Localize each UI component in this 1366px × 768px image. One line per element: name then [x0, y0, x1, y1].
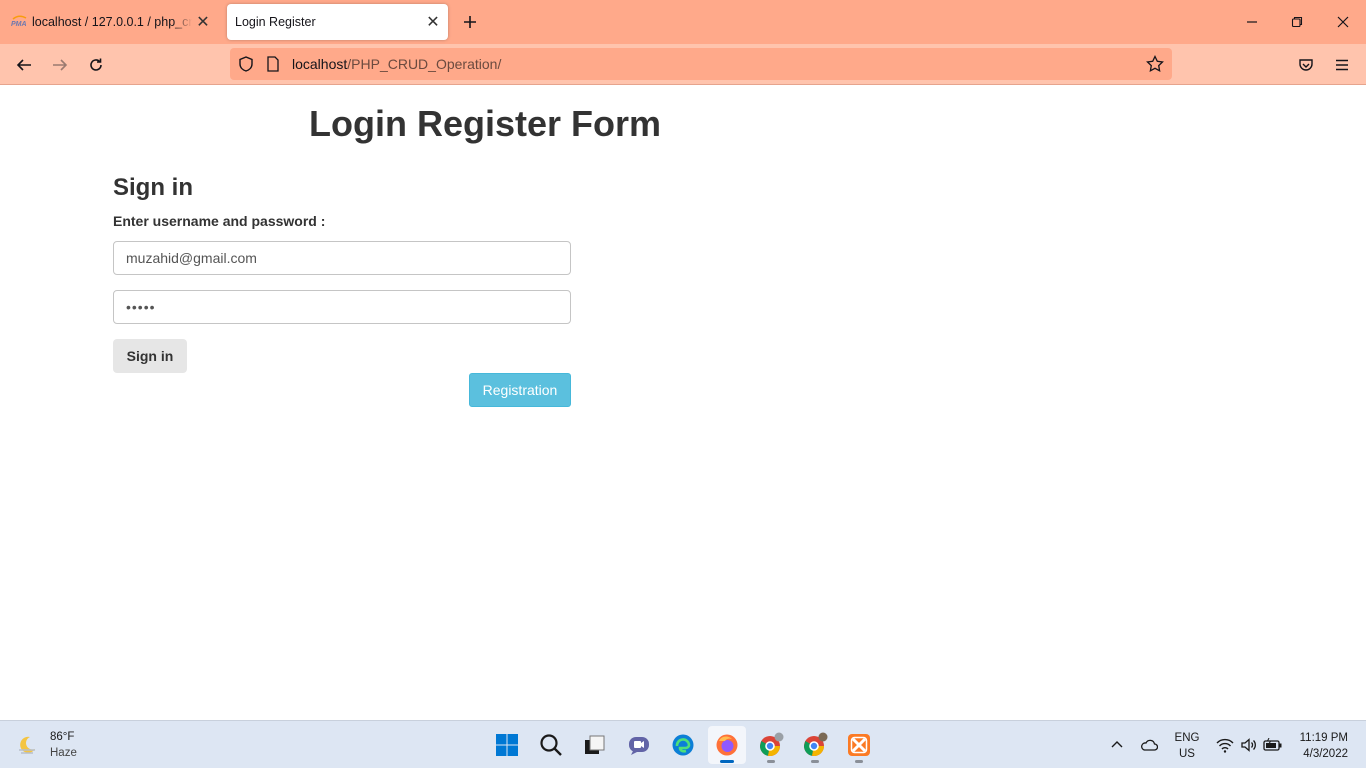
menu-button[interactable]: [1327, 50, 1357, 80]
minimize-icon: [1247, 21, 1257, 23]
moon-haze-icon: [19, 736, 35, 754]
clock-time: 11:19 PM: [1299, 732, 1348, 744]
chat-icon: [629, 737, 649, 755]
clock-date: 4/3/2022: [1303, 748, 1348, 760]
chrome-profile-icon: [804, 732, 828, 757]
tab-phpmyadmin[interactable]: PMA localhost / 127.0.0.1 / php_crud ✕: [6, 4, 218, 40]
reload-icon: [90, 58, 102, 71]
weather-temp: 86°F: [50, 731, 75, 743]
url-text[interactable]: localhost/PHP_CRUD_Operation/: [292, 56, 501, 72]
pocket-icon: [1299, 59, 1313, 71]
tab-title: localhost / 127.0.0.1 / php_crud: [32, 15, 192, 29]
tab-login-register[interactable]: Login Register ✕: [227, 4, 448, 40]
running-indicator: [767, 760, 775, 763]
start-button[interactable]: [488, 726, 526, 764]
close-window-button[interactable]: [1329, 8, 1357, 36]
plus-icon: [464, 16, 476, 28]
chevron-up-icon: [1111, 741, 1123, 748]
pocket-button[interactable]: [1291, 50, 1321, 80]
task-view-button[interactable]: [576, 726, 614, 764]
page-title: Login Register Form: [309, 103, 662, 144]
signin-button[interactable]: Sign in: [113, 339, 187, 373]
hamburger-menu-icon: [1336, 59, 1348, 71]
edge-button[interactable]: [664, 726, 702, 764]
search-icon: [540, 734, 562, 756]
xampp-button[interactable]: [840, 726, 878, 764]
close-icon: [1337, 16, 1349, 28]
close-icon[interactable]: ✕: [192, 11, 214, 33]
back-button[interactable]: [9, 50, 39, 80]
arrow-right-icon: [53, 59, 68, 71]
weather-condition: Haze: [50, 747, 77, 759]
email-field[interactable]: [113, 241, 571, 275]
chrome-icon: [760, 732, 784, 757]
password-field[interactable]: [113, 290, 571, 324]
chat-button[interactable]: [620, 726, 658, 764]
wifi-icon: [1216, 738, 1234, 753]
xampp-icon: [848, 734, 870, 756]
language-indicator[interactable]: ENG US: [1173, 730, 1201, 762]
edge-icon: [672, 734, 694, 756]
form-hint: Enter username and password :: [113, 213, 326, 229]
reload-button[interactable]: [81, 50, 111, 80]
windows-logo-icon: [496, 734, 518, 756]
restore-icon: [1291, 16, 1303, 28]
wifi-button[interactable]: [1213, 733, 1237, 757]
address-bar[interactable]: localhost/PHP_CRUD_Operation/: [230, 48, 1172, 80]
taskbar: 86°F Haze ENG US 11:19 PM 4/3/2022: [0, 720, 1366, 768]
system-clock[interactable]: 11:19 PM 4/3/2022: [1290, 730, 1348, 762]
restore-button[interactable]: [1283, 8, 1311, 36]
lang-code: ENG: [1174, 732, 1200, 744]
weather-widget[interactable]: 86°F Haze: [16, 729, 77, 761]
running-indicator: [720, 760, 734, 763]
volume-button[interactable]: [1237, 733, 1261, 757]
firefox-icon: [716, 734, 738, 756]
url-host: localhost: [292, 56, 348, 72]
arrow-left-icon: [16, 59, 31, 71]
forward-button[interactable]: [45, 50, 75, 80]
chrome-button[interactable]: [752, 726, 790, 764]
minimize-button[interactable]: [1238, 8, 1266, 36]
close-icon[interactable]: ✕: [422, 11, 444, 33]
running-indicator: [855, 760, 863, 763]
signin-title: Sign in: [113, 174, 193, 201]
tab-title: Login Register: [235, 15, 316, 29]
svg-text:PMA: PMA: [11, 21, 27, 28]
tab-strip: PMA localhost / 127.0.0.1 / php_crud ✕ L…: [0, 0, 1366, 44]
new-tab-button[interactable]: [458, 10, 482, 34]
navigation-bar: localhost/PHP_CRUD_Operation/: [0, 44, 1366, 85]
battery-charging-icon: [1263, 738, 1282, 751]
chrome-profile-button[interactable]: [796, 726, 834, 764]
shield-icon[interactable]: [238, 56, 254, 77]
bookmark-star-icon[interactable]: [1146, 54, 1164, 78]
onedrive-button[interactable]: [1137, 733, 1161, 757]
cloud-icon: [1141, 739, 1158, 751]
registration-button[interactable]: Registration: [469, 373, 571, 407]
tray-overflow-button[interactable]: [1105, 733, 1129, 757]
phpmyadmin-icon: PMA: [10, 13, 28, 31]
search-button[interactable]: [532, 726, 570, 764]
page-icon[interactable]: [266, 56, 280, 77]
firefox-button[interactable]: [708, 726, 746, 764]
region-code: US: [1179, 748, 1195, 760]
speaker-icon: [1241, 738, 1256, 752]
url-path: /PHP_CRUD_Operation/: [347, 56, 502, 72]
running-indicator: [811, 760, 819, 763]
battery-button[interactable]: [1261, 733, 1285, 757]
task-view-icon: [585, 735, 605, 754]
